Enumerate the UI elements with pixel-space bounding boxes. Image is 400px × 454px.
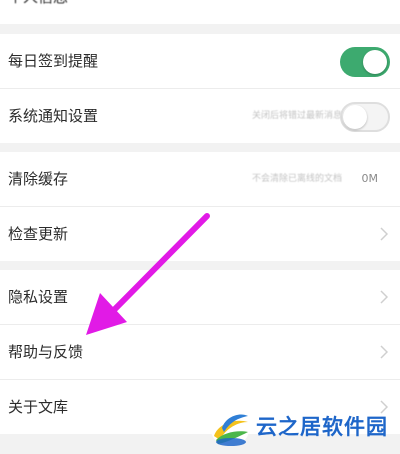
chevron-right-icon [380, 290, 388, 304]
settings-item-label: 隐私设置 [8, 288, 69, 306]
settings-item-daily-checkin: 每日签到提醒 [0, 34, 400, 88]
system-notify-toggle[interactable] [340, 102, 390, 132]
settings-item-label: 帮助与反馈 [8, 343, 84, 361]
settings-item-label: 每日签到提醒 [8, 52, 99, 70]
settings-item-label: 检查更新 [8, 225, 69, 243]
settings-screen: 个人信息 每日签到提醒 系统通知设置 关闭后将错过最新消息 清除缓存 不会清除已… [0, 0, 400, 454]
settings-item-privacy[interactable]: 隐私设置 [0, 270, 400, 324]
settings-item-label: 系统通知设置 [8, 107, 99, 125]
daily-checkin-toggle[interactable] [340, 47, 390, 77]
settings-item-hint: 不会清除已离线的文档 [251, 174, 342, 184]
toggle-knob [363, 50, 387, 74]
settings-item-clear-cache[interactable]: 清除缓存 不会清除已离线的文档 0M [0, 152, 400, 206]
settings-item-help-feedback[interactable]: 帮助与反馈 [0, 325, 400, 379]
settings-item-system-notify: 系统通知设置 关闭后将错过最新消息 [0, 89, 400, 143]
watermark: 云之居软件园 [202, 400, 400, 454]
settings-item-label: 关于文库 [8, 398, 69, 416]
settings-item-partial[interactable]: 个人信息 [0, 0, 400, 24]
chevron-right-icon [380, 227, 388, 241]
settings-item-check-update[interactable]: 检查更新 [0, 207, 400, 261]
chevron-right-icon [380, 345, 388, 359]
toggle-knob [343, 105, 367, 129]
settings-item-label: 清除缓存 [8, 170, 69, 188]
settings-item-label: 个人信息 [8, 0, 68, 24]
watermark-logo-icon [211, 414, 249, 446]
settings-item-hint: 关闭后将错过最新消息 [251, 111, 342, 121]
cache-size-value: 0M [361, 172, 379, 185]
watermark-text: 云之居软件园 [256, 415, 388, 439]
